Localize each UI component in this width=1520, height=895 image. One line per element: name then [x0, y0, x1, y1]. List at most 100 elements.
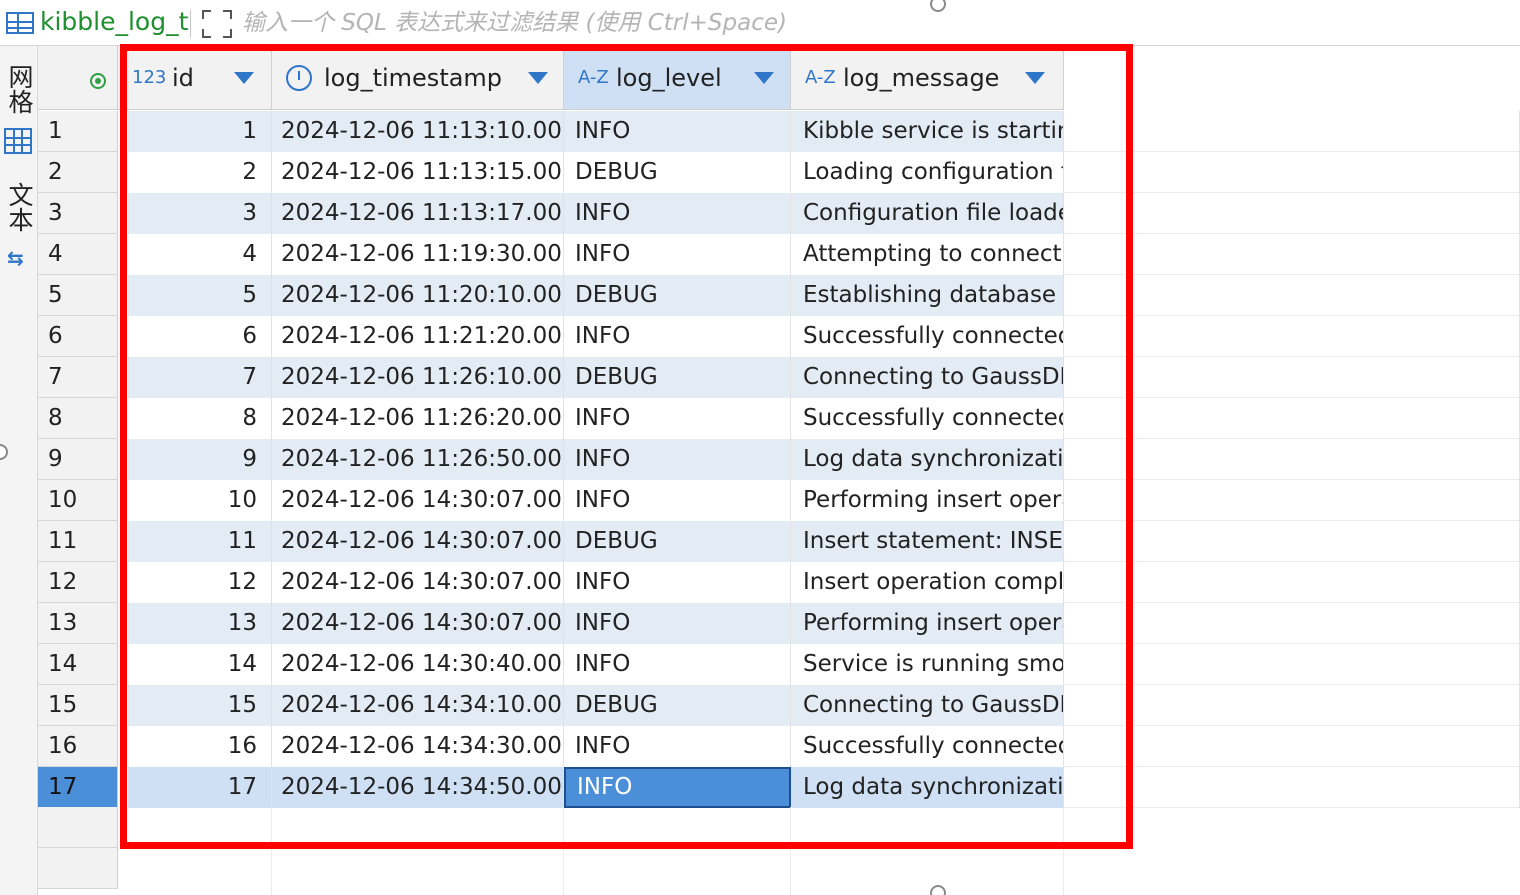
cell-log-message[interactable]: Successfully connected — [791, 398, 1064, 439]
resize-handle[interactable] — [930, 885, 946, 895]
cell-log-level[interactable]: DEBUG — [564, 521, 791, 562]
expand-icon[interactable] — [202, 10, 232, 38]
cell-id[interactable]: 10 — [128, 480, 272, 521]
tab-grid-label[interactable]: 网格 — [4, 64, 34, 114]
cell-log-message[interactable]: Performing insert opera — [791, 603, 1064, 644]
cell-log-message[interactable]: Establishing database cc — [791, 275, 1064, 316]
tab-text-label[interactable]: 文本 — [4, 182, 34, 232]
cell-log-timestamp[interactable]: 2024-12-06 11:19:30.000 — [272, 234, 564, 275]
cell-log-timestamp[interactable]: 2024-12-06 11:13:17.000 — [272, 193, 564, 234]
cell-log-message[interactable]: Successfully connected — [791, 316, 1064, 357]
cell-log-level[interactable]: DEBUG — [564, 685, 791, 726]
table-row[interactable]: 12 12 2024-12-06 14:30:07.000 INFO Insert op… — [38, 562, 1520, 603]
table-row[interactable]: 16 16 2024-12-06 14:34:30.000 INFO Successfu… — [38, 726, 1520, 767]
cell-log-message[interactable]: Connecting to GaussDB — [791, 685, 1064, 726]
cell-id[interactable]: 2 — [128, 152, 272, 193]
cell-log-message[interactable]: Log data synchronizatio — [791, 767, 1064, 808]
cell-log-level[interactable]: INFO — [564, 767, 791, 808]
table-row[interactable]: 5 5 2024-12-06 11:20:10.000 DEBUG Establishi… — [38, 275, 1520, 316]
cell-id[interactable]: 11 — [128, 521, 272, 562]
cell-log-level[interactable]: INFO — [564, 234, 791, 275]
row-number[interactable]: 6 — [38, 316, 118, 357]
cell-log-message[interactable]: Log data synchronizatio — [791, 439, 1064, 480]
cell-id[interactable]: 8 — [128, 398, 272, 439]
cell-log-message[interactable]: Service is running smoo — [791, 644, 1064, 685]
row-number[interactable]: 15 — [38, 685, 118, 726]
cell-log-timestamp[interactable]: 2024-12-06 11:26:10.000 — [272, 357, 564, 398]
column-header-log-level[interactable]: A-Z log_level — [564, 46, 791, 110]
cell-log-timestamp[interactable]: 2024-12-06 14:34:50.000 — [272, 767, 564, 808]
sort-dropdown-icon[interactable] — [528, 72, 548, 84]
cell-id[interactable]: 4 — [128, 234, 272, 275]
cell-id[interactable]: 7 — [128, 357, 272, 398]
cell-log-timestamp[interactable]: 2024-12-06 14:30:07.000 — [272, 480, 564, 521]
text-icon[interactable]: ⇆ — [7, 244, 27, 272]
cell-id[interactable]: 17 — [128, 767, 272, 808]
cell-id[interactable]: 14 — [128, 644, 272, 685]
row-number[interactable]: 2 — [38, 152, 118, 193]
cell-log-timestamp[interactable]: 2024-12-06 14:30:07.000 — [272, 603, 564, 644]
row-number[interactable]: 11 — [38, 521, 118, 562]
row-number[interactable]: 17 — [38, 767, 118, 808]
cell-log-timestamp[interactable]: 2024-12-06 11:21:20.000 — [272, 316, 564, 357]
sort-dropdown-icon[interactable] — [754, 72, 774, 84]
column-header-log-timestamp[interactable]: log_timestamp — [272, 46, 564, 110]
table-name[interactable]: kibble_log_t — [40, 6, 188, 38]
cell-id[interactable]: 13 — [128, 603, 272, 644]
table-row[interactable]: 7 7 2024-12-06 11:26:10.000 DEBUG Connecting… — [38, 357, 1520, 398]
cell-id[interactable]: 6 — [128, 316, 272, 357]
cell-log-level[interactable]: INFO — [564, 439, 791, 480]
table-row[interactable]: 13 13 2024-12-06 14:30:07.000 INFO Performin… — [38, 603, 1520, 644]
cell-id[interactable]: 5 — [128, 275, 272, 316]
cell-log-message[interactable]: Insert operation comple — [791, 562, 1064, 603]
cell-log-level[interactable]: INFO — [564, 603, 791, 644]
row-number[interactable]: 7 — [38, 357, 118, 398]
row-number[interactable]: 10 — [38, 480, 118, 521]
cell-log-message[interactable]: Attempting to connect t — [791, 234, 1064, 275]
cell-log-level[interactable]: INFO — [564, 644, 791, 685]
cell-log-level[interactable]: DEBUG — [564, 275, 791, 316]
grid-icon[interactable] — [4, 128, 32, 154]
table-row[interactable]: 15 15 2024-12-06 14:34:10.000 DEBUG Connecti… — [38, 685, 1520, 726]
cell-log-timestamp[interactable]: 2024-12-06 14:30:07.000 — [272, 562, 564, 603]
cell-log-level[interactable]: INFO — [564, 398, 791, 439]
row-number[interactable]: 14 — [38, 644, 118, 685]
cell-log-timestamp[interactable]: 2024-12-06 14:30:07.000 — [272, 521, 564, 562]
table-row[interactable]: 8 8 2024-12-06 11:26:20.000 INFO Successfull… — [38, 398, 1520, 439]
column-header-id[interactable]: 123 id — [118, 46, 272, 110]
cell-log-level[interactable]: INFO — [564, 562, 791, 603]
table-row[interactable]: 9 9 2024-12-06 11:26:50.000 INFO Log data sy… — [38, 439, 1520, 480]
cell-log-timestamp[interactable]: 2024-12-06 11:20:10.000 — [272, 275, 564, 316]
cell-log-message[interactable]: Insert statement: INSERT — [791, 521, 1064, 562]
cell-log-message[interactable]: Performing insert opera — [791, 480, 1064, 521]
row-number-header[interactable] — [38, 46, 118, 110]
cell-log-timestamp[interactable]: 2024-12-06 11:13:15.000 — [272, 152, 564, 193]
row-number[interactable]: 13 — [38, 603, 118, 644]
row-number[interactable]: 8 — [38, 398, 118, 439]
row-number[interactable]: 12 — [38, 562, 118, 603]
cell-log-level[interactable]: INFO — [564, 111, 791, 152]
sort-dropdown-icon[interactable] — [1025, 72, 1045, 84]
table-row[interactable]: 14 14 2024-12-06 14:30:40.000 INFO Service i… — [38, 644, 1520, 685]
cell-id[interactable]: 15 — [128, 685, 272, 726]
column-header-log-message[interactable]: A-Z log_message — [791, 46, 1064, 110]
cell-log-timestamp[interactable]: 2024-12-06 11:26:20.000 — [272, 398, 564, 439]
cell-log-message[interactable]: Loading configuration fi — [791, 152, 1064, 193]
row-number[interactable]: 9 — [38, 439, 118, 480]
row-number[interactable]: 16 — [38, 726, 118, 767]
table-row[interactable]: 4 4 2024-12-06 11:19:30.000 INFO Attempting … — [38, 234, 1520, 275]
cell-id[interactable]: 16 — [128, 726, 272, 767]
cell-log-timestamp[interactable]: 2024-12-06 14:34:30.000 — [272, 726, 564, 767]
row-number[interactable]: 1 — [38, 111, 118, 152]
cell-log-timestamp[interactable]: 2024-12-06 11:26:50.000 — [272, 439, 564, 480]
row-number[interactable]: 5 — [38, 275, 118, 316]
table-row[interactable]: 17 17 2024-12-06 14:34:50.000 INFO Log data … — [38, 767, 1520, 808]
table-row[interactable]: 2 2 2024-12-06 11:13:15.000 DEBUG Loading co… — [38, 152, 1520, 193]
cell-log-level[interactable]: DEBUG — [564, 357, 791, 398]
cell-log-level[interactable]: DEBUG — [564, 152, 791, 193]
table-row[interactable]: 3 3 2024-12-06 11:13:17.000 INFO Configurati… — [38, 193, 1520, 234]
cell-id[interactable]: 12 — [128, 562, 272, 603]
cell-id[interactable]: 9 — [128, 439, 272, 480]
cell-log-timestamp[interactable]: 2024-12-06 14:34:10.000 — [272, 685, 564, 726]
cell-log-timestamp[interactable]: 2024-12-06 14:30:40.000 — [272, 644, 564, 685]
